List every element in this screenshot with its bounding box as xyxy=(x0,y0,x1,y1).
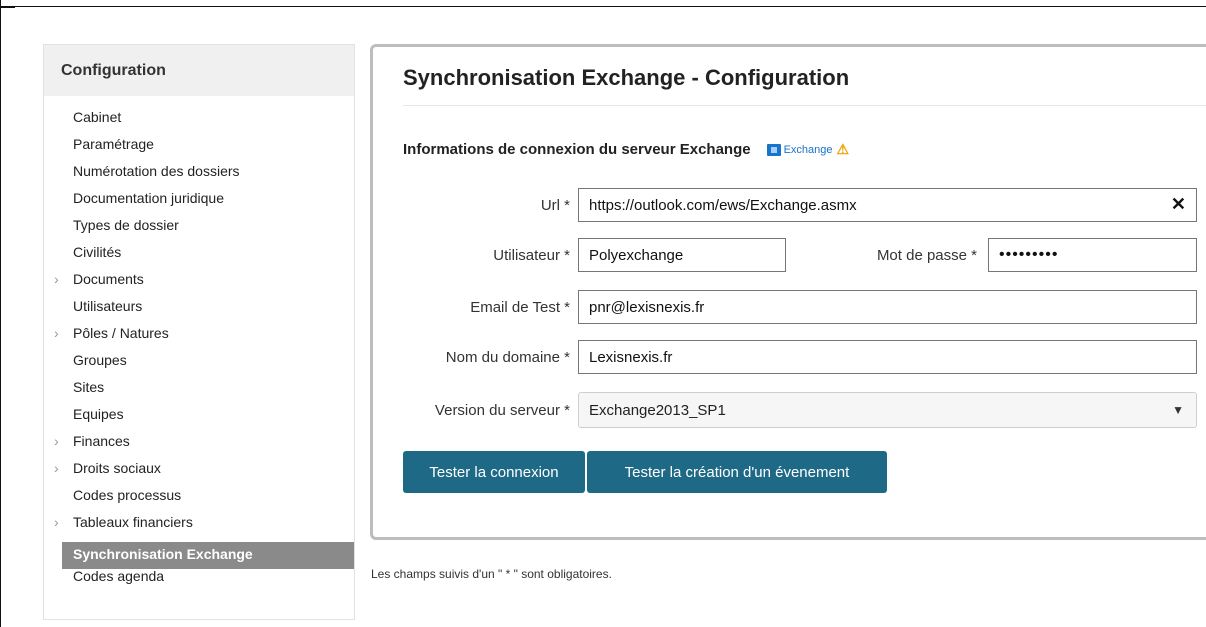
domain-label: Nom du domaine * xyxy=(445,349,570,366)
user-input[interactable]: Polyexchange xyxy=(578,238,786,272)
sidebar-item-label: Civilités xyxy=(73,244,122,260)
page-title: Synchronisation Exchange - Configuration xyxy=(403,65,850,90)
test-event-button[interactable]: Tester la création d'un évenement xyxy=(587,451,887,493)
sidebar-item-label: Codes processus xyxy=(73,487,182,503)
sidebar-item-synchronisation-exchange[interactable]: Synchronisation Exchange xyxy=(62,542,354,569)
sidebar-menu: Cabinet Paramétrage Numérotation des dossi… xyxy=(44,96,354,596)
sidebar-item-equipes[interactable]: Equipes xyxy=(44,407,354,434)
clear-url-icon[interactable]: ✕ xyxy=(1171,194,1186,215)
sidebar-item-tableaux-financiers[interactable]: › Tableaux financiers xyxy=(44,515,354,542)
title-divider xyxy=(403,105,1206,106)
sidebar-item-label: Paramétrage xyxy=(73,136,154,152)
window-left-border xyxy=(0,0,1,627)
sidebar-item-codes-agenda[interactable]: Codes agenda xyxy=(44,569,354,596)
sidebar-item-label: Documents xyxy=(73,271,144,287)
sidebar-item-label: Finances xyxy=(73,433,130,449)
sidebar-item-civilites[interactable]: Civilités xyxy=(44,245,354,272)
sidebar-item-documents[interactable]: › Documents xyxy=(44,272,354,299)
dropdown-caret-icon: ▼ xyxy=(1172,403,1184,417)
domain-value: Lexisnexis.fr xyxy=(589,348,673,366)
sidebar-item-label: Groupes xyxy=(73,352,127,368)
sidebar-item-label: Documentation juridique xyxy=(73,190,224,206)
chevron-right-icon[interactable]: › xyxy=(54,461,59,475)
sidebar-item-codes-processus[interactable]: Codes processus xyxy=(44,488,354,515)
sidebar-item-utilisateurs[interactable]: Utilisateurs xyxy=(44,299,354,326)
window-top-border xyxy=(0,0,1206,7)
config-sidebar: Configuration Cabinet Paramétrage Numérota… xyxy=(43,44,355,620)
version-value: Exchange2013_SP1 xyxy=(589,401,726,419)
sidebar-item-label: Droits sociaux xyxy=(73,460,161,476)
exchange-logo-icon: Exchange xyxy=(766,143,833,156)
email-value: pnr@lexisnexis.fr xyxy=(589,298,705,316)
chevron-right-icon[interactable]: › xyxy=(54,515,59,529)
sidebar-item-label: Pôles / Natures xyxy=(73,325,169,341)
user-value: Polyexchange xyxy=(589,246,684,264)
required-fields-note: Les champs suivis d'un " * " sont obliga… xyxy=(371,567,612,581)
section-title: Informations de connexion du serveur Exc… xyxy=(403,141,849,158)
sidebar-item-finances[interactable]: › Finances xyxy=(44,434,354,461)
sidebar-item-parametrage[interactable]: Paramétrage xyxy=(44,137,354,164)
sidebar-item-label: Equipes xyxy=(73,406,124,422)
url-label: Url * xyxy=(540,197,570,214)
sidebar-item-poles-natures[interactable]: › Pôles / Natures xyxy=(44,326,354,353)
sidebar-item-label: Sites xyxy=(73,379,105,395)
chevron-right-icon[interactable]: › xyxy=(54,272,59,286)
email-label: Email de Test * xyxy=(470,299,570,316)
sidebar-title: Configuration xyxy=(44,45,354,96)
config-panel: Synchronisation Exchange - Configuration… xyxy=(370,44,1206,540)
chevron-right-icon[interactable]: › xyxy=(54,434,59,448)
sidebar-item-types-de-dossier[interactable]: Types de dossier xyxy=(44,218,354,245)
url-value: https://outlook.com/ews/Exchange.asmx xyxy=(589,196,857,214)
sidebar-item-sites[interactable]: Sites xyxy=(44,380,354,407)
domain-input[interactable]: Lexisnexis.fr xyxy=(578,340,1197,374)
warning-triangle-icon: ⚠ xyxy=(836,141,850,157)
section-title-text: Informations de connexion du serveur Exc… xyxy=(403,141,751,158)
sidebar-item-numerotation-des-dossiers[interactable]: Numérotation des dossiers xyxy=(44,164,354,191)
sidebar-item-droits-sociaux[interactable]: › Droits sociaux xyxy=(44,461,354,488)
sidebar-item-label: Utilisateurs xyxy=(73,298,143,314)
email-input[interactable]: pnr@lexisnexis.fr xyxy=(578,290,1197,324)
sidebar-item-cabinet[interactable]: Cabinet xyxy=(44,110,354,137)
test-connection-button[interactable]: Tester la connexion xyxy=(403,451,585,493)
sidebar-item-documentation-juridique[interactable]: Documentation juridique xyxy=(44,191,354,218)
version-label: Version du serveur * xyxy=(434,402,570,419)
url-input[interactable]: https://outlook.com/ews/Exchange.asmx ✕ xyxy=(578,188,1197,222)
sidebar-item-label: Codes agenda xyxy=(73,568,165,584)
sidebar-item-groupes[interactable]: Groupes xyxy=(44,353,354,380)
chevron-right-icon[interactable]: › xyxy=(54,326,59,340)
window-corner-mark xyxy=(0,0,15,8)
sidebar-item-label: Numérotation des dossiers xyxy=(73,163,240,179)
password-value: ••••••••• xyxy=(999,246,1059,263)
exchange-square-icon xyxy=(766,143,781,156)
sidebar-item-label: Synchronisation Exchange xyxy=(73,546,253,562)
sidebar-item-label: Types de dossier xyxy=(73,217,179,233)
user-label: Utilisateur * xyxy=(493,247,570,264)
version-select[interactable]: Exchange2013_SP1 ▼ xyxy=(578,392,1197,428)
exchange-logo-text: Exchange xyxy=(783,143,833,156)
password-input[interactable]: ••••••••• xyxy=(988,238,1197,272)
password-label: Mot de passe * xyxy=(876,247,977,264)
sidebar-item-label: Cabinet xyxy=(73,109,122,125)
sidebar-item-label: Tableaux financiers xyxy=(73,514,193,530)
